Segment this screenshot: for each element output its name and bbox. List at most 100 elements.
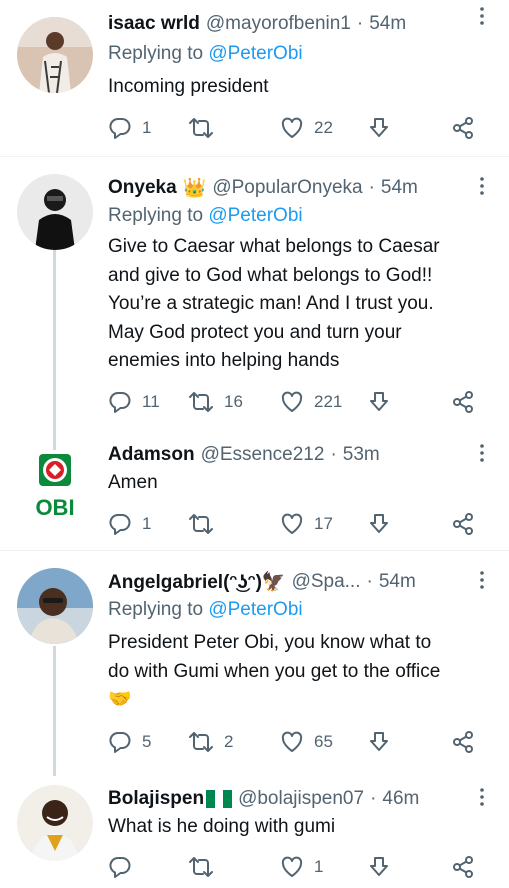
like-count: 1 [314, 857, 324, 876]
mention-link[interactable]: @PeterObi [208, 205, 302, 226]
reply-button[interactable] [108, 853, 142, 881]
avatar[interactable] [17, 568, 93, 644]
tweet-header: Angelgabriel(ᵔ͜ʖᵔ)🦅 @Spa... · 54m [108, 568, 478, 596]
nigeria-flag-icon [206, 790, 233, 808]
share-icon [451, 512, 475, 536]
retweet-count: 16 [224, 392, 243, 411]
separator-dot: · [368, 177, 375, 198]
display-name[interactable]: Angelgabriel(ᵔ͜ʖᵔ)🦅 [108, 570, 286, 594]
reply-button[interactable]: 1 [108, 114, 151, 142]
tweet-text: Amen [108, 472, 158, 493]
timestamp[interactable]: 54m [379, 571, 416, 593]
like-button[interactable]: 65 [280, 728, 333, 756]
tweet-3[interactable]: OBI Adamson @Essence212 · 53m Amen 1 17 [0, 437, 509, 549]
retweet-button[interactable] [188, 114, 224, 142]
reply-icon [108, 730, 132, 754]
user-handle[interactable]: @bolajispen07 [238, 788, 364, 810]
download-button[interactable] [367, 114, 391, 142]
retweet-button[interactable]: 16 [188, 388, 243, 416]
retweet-button[interactable] [188, 853, 224, 881]
avatar[interactable] [17, 174, 93, 250]
user-handle[interactable]: @Spa... [292, 571, 361, 593]
more-icon[interactable] [474, 570, 490, 590]
retweet-icon [188, 390, 214, 414]
user-handle[interactable]: @Essence212 [201, 444, 325, 466]
timestamp[interactable]: 54m [369, 13, 406, 35]
avatar[interactable] [17, 785, 93, 861]
reply-count: 5 [142, 732, 152, 751]
retweet-icon [188, 512, 214, 536]
action-bar: 1 [108, 853, 488, 881]
reply-button[interactable]: 5 [108, 728, 151, 756]
display-name[interactable]: Adamson [108, 444, 195, 466]
replying-to: Replying to @PeterObi [108, 205, 303, 227]
reply-button[interactable]: 11 [108, 388, 160, 416]
like-icon [280, 855, 304, 879]
separator-dot: · [356, 13, 364, 34]
share-icon [451, 390, 475, 414]
share-button[interactable] [451, 114, 475, 142]
tweet-text: Give to Caesar what belongs to Caesar an… [108, 233, 493, 376]
action-bar: 1 22 [108, 114, 488, 142]
user-handle[interactable]: @PopularOnyeka [212, 177, 362, 199]
tweet-header: Onyeka 👑 @PopularOnyeka · 54m [108, 174, 478, 202]
separator-dot: · [370, 788, 377, 809]
tweet-4[interactable]: Angelgabriel(ᵔ͜ʖᵔ)🦅 @Spa... · 54m Replyi… [0, 551, 509, 771]
download-button[interactable] [367, 728, 391, 756]
timestamp[interactable]: 53m [343, 444, 380, 466]
like-count: 221 [314, 392, 343, 411]
timestamp[interactable]: 46m [382, 788, 419, 810]
more-icon[interactable] [474, 787, 490, 807]
handshake-emoji: 🤝 [108, 689, 132, 710]
tweet-1[interactable]: isaac wrld @mayorofbenin1 · 54m Replying… [0, 0, 509, 156]
like-icon [280, 512, 304, 536]
separator-dot: · [330, 444, 337, 465]
share-icon [451, 730, 475, 754]
like-button[interactable]: 22 [280, 114, 333, 142]
download-button[interactable] [367, 853, 391, 881]
like-button[interactable]: 221 [280, 388, 342, 416]
tweet-text-line: and give to God what belongs to God!! [108, 264, 433, 286]
tweet-5[interactable]: Bolajispen @bolajispen07 · 46m What is h… [0, 771, 509, 888]
tweet-2[interactable]: Onyeka 👑 @PopularOnyeka · 54m Replying t… [0, 157, 509, 437]
share-button[interactable] [451, 853, 475, 881]
retweet-button[interactable]: 2 [188, 728, 233, 756]
share-button[interactable] [451, 728, 475, 756]
tweet-header: isaac wrld @mayorofbenin1 · 54m [108, 10, 478, 38]
more-icon[interactable] [474, 6, 490, 26]
download-button[interactable] [367, 510, 391, 538]
replying-to-label: Replying to [108, 43, 204, 64]
like-button[interactable]: 1 [280, 853, 323, 881]
more-icon[interactable] [474, 443, 490, 463]
avatar[interactable]: OBI [17, 452, 93, 528]
download-icon [367, 855, 391, 879]
download-button[interactable] [367, 388, 391, 416]
mention-link[interactable]: @PeterObi [208, 43, 302, 64]
retweet-icon [188, 730, 214, 754]
tweet-text: Incoming president [108, 76, 269, 97]
download-icon [367, 730, 391, 754]
retweet-icon [188, 116, 214, 140]
share-button[interactable] [451, 510, 475, 538]
action-bar: 5 2 65 [108, 728, 488, 756]
avatar[interactable] [17, 17, 93, 93]
retweet-icon [188, 855, 214, 879]
tweet-header: Adamson @Essence212 · 53m [108, 441, 478, 469]
timestamp[interactable]: 54m [381, 177, 418, 199]
like-count: 17 [314, 514, 333, 533]
share-button[interactable] [451, 388, 475, 416]
retweet-count: 2 [224, 732, 234, 751]
display-name[interactable]: isaac wrld [108, 13, 200, 35]
reply-count: 11 [142, 392, 160, 411]
reply-icon [108, 855, 132, 879]
display-name[interactable]: Bolajispen [108, 788, 204, 810]
mention-link[interactable]: @PeterObi [208, 599, 302, 620]
display-name[interactable]: Onyeka [108, 177, 177, 199]
user-handle[interactable]: @mayorofbenin1 [206, 13, 351, 35]
reply-count: 1 [142, 514, 152, 533]
replying-to: Replying to @PeterObi [108, 43, 303, 65]
retweet-button[interactable] [188, 510, 224, 538]
reply-button[interactable]: 1 [108, 510, 151, 538]
more-icon[interactable] [474, 176, 490, 196]
like-button[interactable]: 17 [280, 510, 333, 538]
